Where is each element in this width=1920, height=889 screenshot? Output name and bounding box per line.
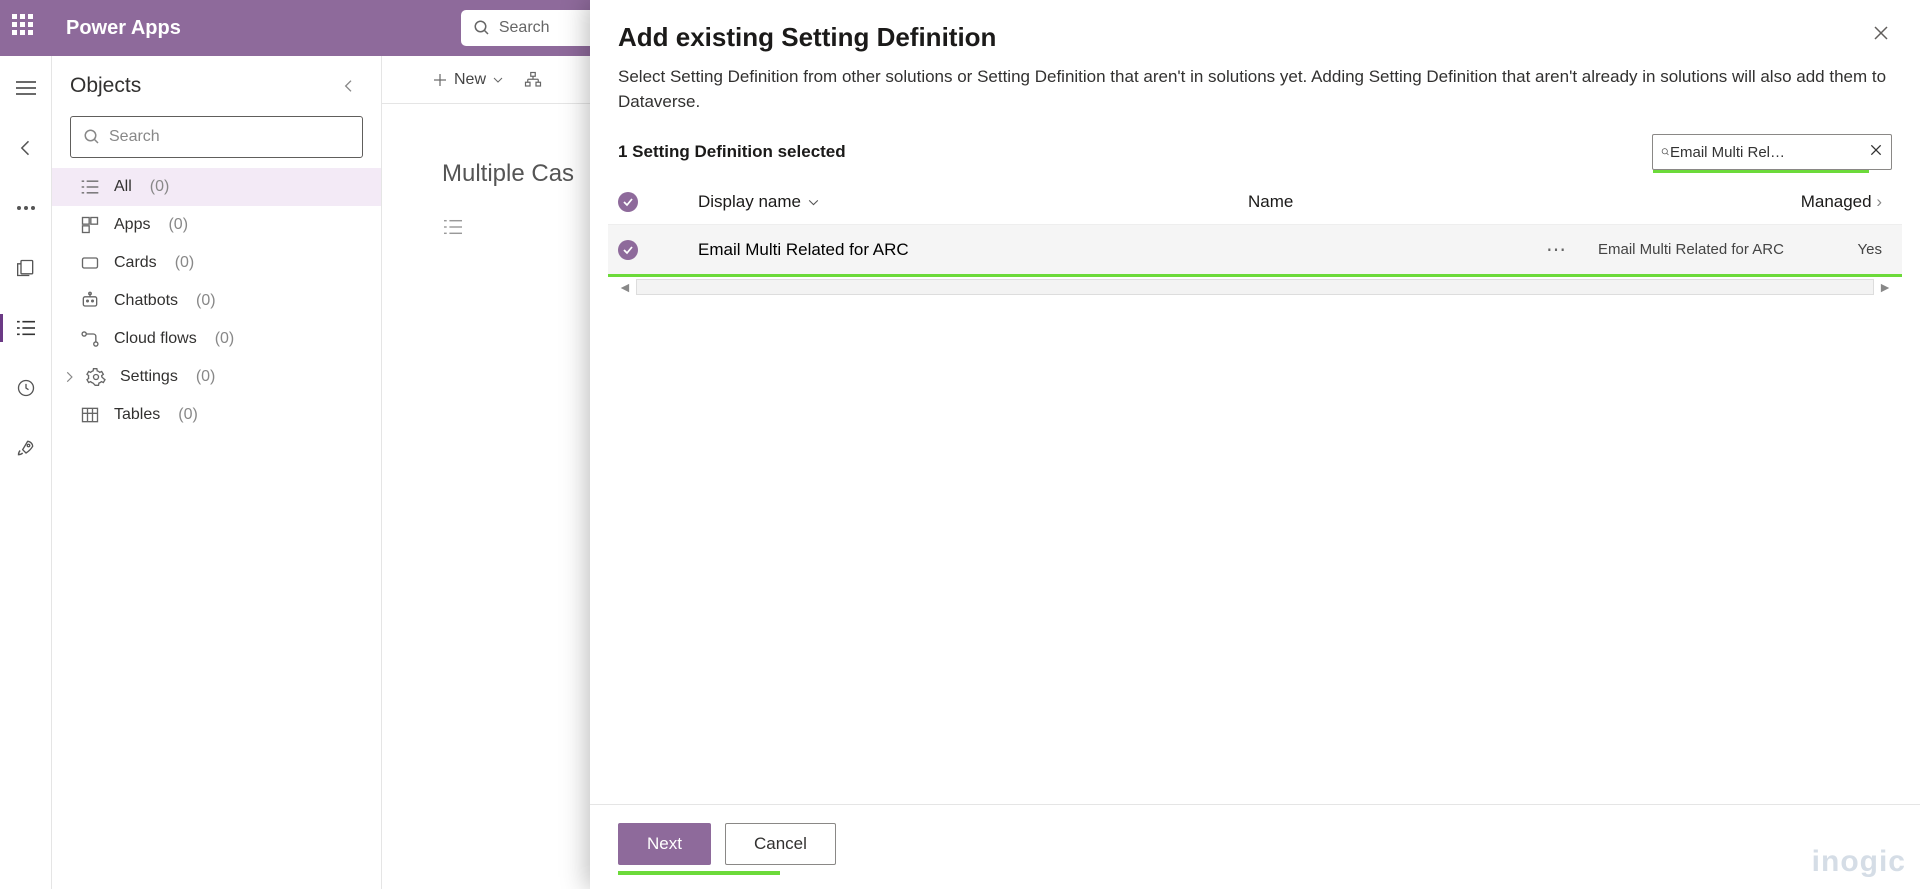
table-icon — [80, 405, 100, 425]
panel-title: Add existing Setting Definition — [618, 22, 996, 53]
tree-item-tables[interactable]: Tables (0) — [52, 396, 381, 434]
cmd-org[interactable] — [524, 71, 542, 89]
tree-count: (0) — [175, 254, 195, 272]
rail-rocket-icon[interactable] — [10, 432, 42, 464]
rail-more[interactable] — [10, 192, 42, 224]
col-label: Managed — [1801, 192, 1872, 211]
app-title: Power Apps — [66, 17, 181, 40]
flow-icon — [80, 329, 100, 349]
rail-tree-icon[interactable] — [10, 312, 42, 344]
col-name[interactable]: Name — [1248, 192, 1598, 212]
cell-display-name: Email Multi Related for ARC — [698, 240, 1248, 260]
objects-header: Objects — [52, 56, 381, 112]
tree-count: (0) — [196, 368, 216, 386]
scroll-right-arrow[interactable]: ► — [1878, 279, 1892, 295]
tree-label: Settings — [120, 368, 178, 386]
scroll-track[interactable] — [636, 279, 1874, 295]
search-icon — [473, 19, 491, 37]
objects-panel: Objects Search All (0) Apps (0) Cards (0… — [52, 56, 382, 889]
list-outline-icon — [442, 218, 464, 236]
clear-search-button[interactable] — [1869, 143, 1883, 162]
next-button[interactable]: Next — [618, 823, 711, 865]
tree-count: (0) — [178, 406, 198, 424]
close-icon — [1869, 143, 1883, 157]
col-managed[interactable]: Managed › — [1792, 192, 1892, 212]
rail-hamburger[interactable] — [10, 72, 42, 104]
check-circle-icon — [618, 240, 638, 260]
grid-row[interactable]: Email Multi Related for ARC ⋯ Email Mult… — [608, 225, 1902, 277]
objects-title: Objects — [70, 74, 141, 98]
cmd-new[interactable]: New — [432, 71, 504, 89]
check-circle-icon — [618, 192, 638, 212]
waffle-icon[interactable] — [12, 14, 40, 42]
tree-count: (0) — [150, 178, 170, 196]
cancel-button[interactable]: Cancel — [725, 823, 836, 865]
objects-search[interactable]: Search — [70, 116, 363, 158]
add-setting-panel: Add existing Setting Definition Select S… — [590, 0, 1920, 889]
row-menu-button[interactable]: ⋯ — [1248, 237, 1598, 262]
sitemap-icon — [524, 71, 542, 89]
objects-search-placeholder: Search — [109, 128, 160, 146]
tree-item-apps[interactable]: Apps (0) — [52, 206, 381, 244]
close-button[interactable] — [1870, 22, 1892, 49]
tree-label: Apps — [114, 216, 150, 234]
tree-label: Cloud flows — [114, 330, 197, 348]
header-search-placeholder: Search — [499, 19, 550, 37]
search-icon — [1661, 144, 1670, 160]
collapse-chevron-icon[interactable] — [341, 75, 357, 97]
rail-pages-icon[interactable] — [10, 252, 42, 284]
chevron-down-icon — [807, 196, 820, 209]
tree-count: (0) — [196, 292, 216, 310]
rail-history-icon[interactable] — [10, 372, 42, 404]
apps-icon — [80, 215, 100, 235]
tree-item-chatbots[interactable]: Chatbots (0) — [52, 282, 381, 320]
tree-item-settings[interactable]: Settings (0) — [52, 358, 381, 396]
watermark: inogic — [1812, 845, 1906, 879]
tree-item-cards[interactable]: Cards (0) — [52, 244, 381, 282]
panel-search[interactable] — [1652, 134, 1892, 170]
row-checkbox[interactable] — [618, 240, 698, 260]
list-icon — [80, 177, 100, 197]
scroll-left-arrow[interactable]: ◄ — [618, 279, 632, 295]
tree-label: All — [114, 178, 132, 196]
select-all-checkbox[interactable] — [618, 192, 698, 212]
panel-footer: Next Cancel inogic — [590, 804, 1920, 889]
left-rail — [0, 56, 52, 889]
cell-managed: Yes — [1792, 241, 1892, 258]
cell-name: Email Multi Related for ARC — [1598, 241, 1792, 258]
tree-item-cloud-flows[interactable]: Cloud flows (0) — [52, 320, 381, 358]
chevron-right-icon — [62, 370, 76, 384]
rail-back[interactable] — [10, 132, 42, 164]
panel-description: Select Setting Definition from other sol… — [590, 61, 1920, 130]
tree-item-all[interactable]: All (0) — [52, 168, 381, 206]
tree-label: Tables — [114, 406, 160, 424]
highlight-underline — [1653, 170, 1869, 173]
tree-count: (0) — [168, 216, 188, 234]
plus-icon — [432, 72, 448, 88]
highlight-underline — [666, 274, 1186, 277]
settings-icon — [86, 367, 106, 387]
search-icon — [83, 128, 101, 146]
tree-label: Chatbots — [114, 292, 178, 310]
chevron-down-icon — [492, 74, 504, 86]
cmd-new-label: New — [454, 71, 486, 89]
col-label: Display name — [698, 192, 801, 212]
highlight-underline — [618, 871, 780, 875]
panel-search-input[interactable] — [1670, 144, 1869, 161]
horizontal-scroll[interactable]: ◄ ► — [608, 277, 1902, 295]
results-grid: Display name Name Managed › Email Multi … — [590, 180, 1920, 295]
tree-label: Cards — [114, 254, 157, 272]
grid-header: Display name Name Managed › — [608, 180, 1902, 225]
col-display-name[interactable]: Display name — [698, 192, 1248, 212]
selection-count: 1 Setting Definition selected — [618, 142, 846, 162]
cards-icon — [80, 253, 100, 273]
close-icon — [1872, 24, 1890, 42]
tree-count: (0) — [215, 330, 235, 348]
chatbot-icon — [80, 291, 100, 311]
